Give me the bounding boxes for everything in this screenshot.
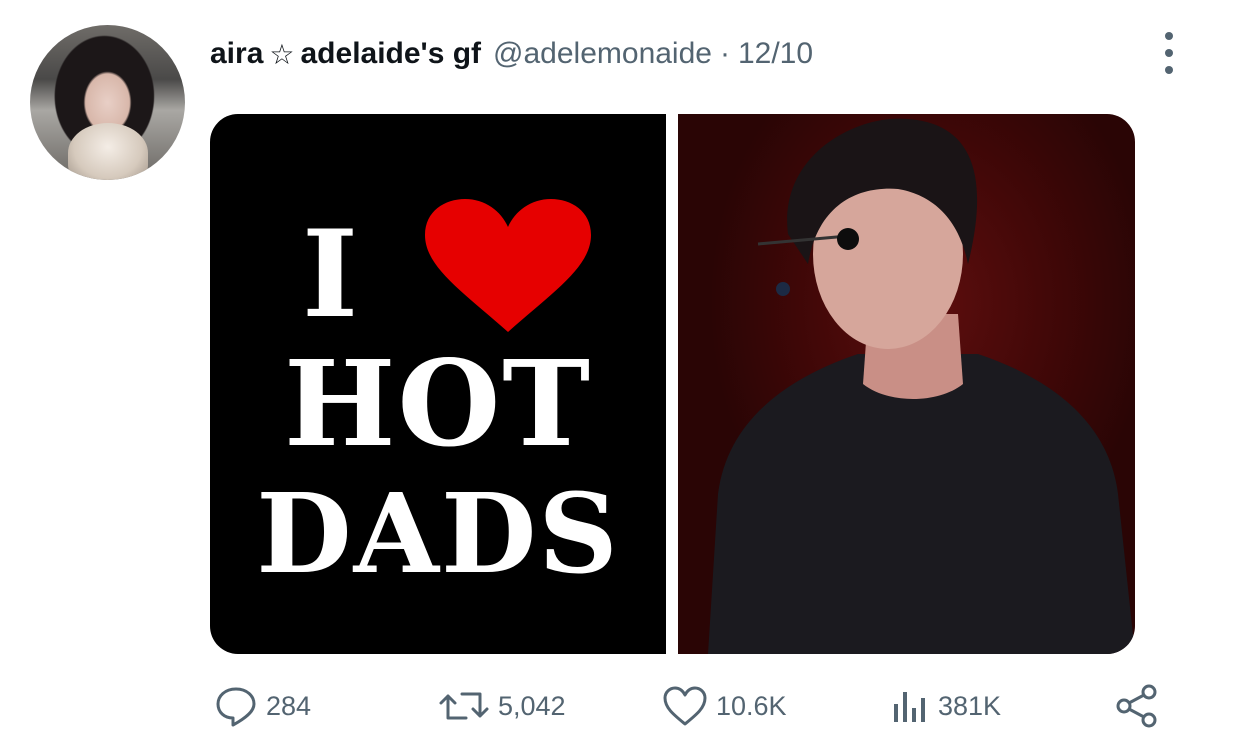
avatar[interactable] bbox=[30, 25, 185, 180]
views-count: 381K bbox=[938, 690, 1002, 721]
like-icon bbox=[663, 686, 707, 726]
media-image-photo[interactable] bbox=[678, 114, 1135, 654]
more-icon[interactable] bbox=[1158, 32, 1180, 74]
views-button[interactable]: 381K bbox=[890, 678, 1001, 734]
reply-button[interactable]: 284 bbox=[214, 678, 311, 734]
media-image-shirt[interactable]: I HOT DADS bbox=[210, 114, 666, 654]
shirt-text-i: I bbox=[302, 204, 359, 345]
share-icon bbox=[1116, 684, 1157, 728]
retweet-button[interactable]: 5,042 bbox=[438, 678, 566, 734]
retweet-icon bbox=[439, 692, 489, 720]
like-count: 10.6K bbox=[716, 690, 787, 721]
share-button[interactable] bbox=[1114, 678, 1160, 734]
shirt-text-dads: DADS bbox=[256, 469, 620, 598]
like-button[interactable]: 10.6K bbox=[662, 678, 787, 734]
user-handle[interactable]: @adelemonaide bbox=[493, 37, 712, 71]
tweet-media: I HOT DADS bbox=[210, 114, 1135, 654]
reply-count: 284 bbox=[266, 690, 312, 721]
separator: · bbox=[719, 37, 730, 70]
retweet-count: 5,042 bbox=[498, 690, 566, 721]
heart-icon bbox=[425, 199, 591, 332]
tweet: aira ☆ adelaide's gf @adelemonaide · 12/… bbox=[0, 0, 1234, 747]
views-icon bbox=[894, 692, 925, 722]
tweet-date[interactable]: 12/10 bbox=[738, 37, 813, 71]
shirt-text-hot: HOT bbox=[283, 334, 593, 473]
display-name[interactable]: aira bbox=[210, 37, 263, 71]
avatar-scarf bbox=[68, 123, 148, 180]
tweet-header: aira ☆ adelaide's gf @adelemonaide · 12/… bbox=[210, 32, 813, 76]
action-bar: 284 5,042 10.6K 381K bbox=[210, 678, 1170, 734]
reply-icon bbox=[216, 687, 256, 727]
person-photo bbox=[708, 118, 1135, 654]
star-glyph: ☆ bbox=[269, 38, 295, 70]
display-name-suffix[interactable]: adelaide's gf bbox=[301, 37, 482, 71]
